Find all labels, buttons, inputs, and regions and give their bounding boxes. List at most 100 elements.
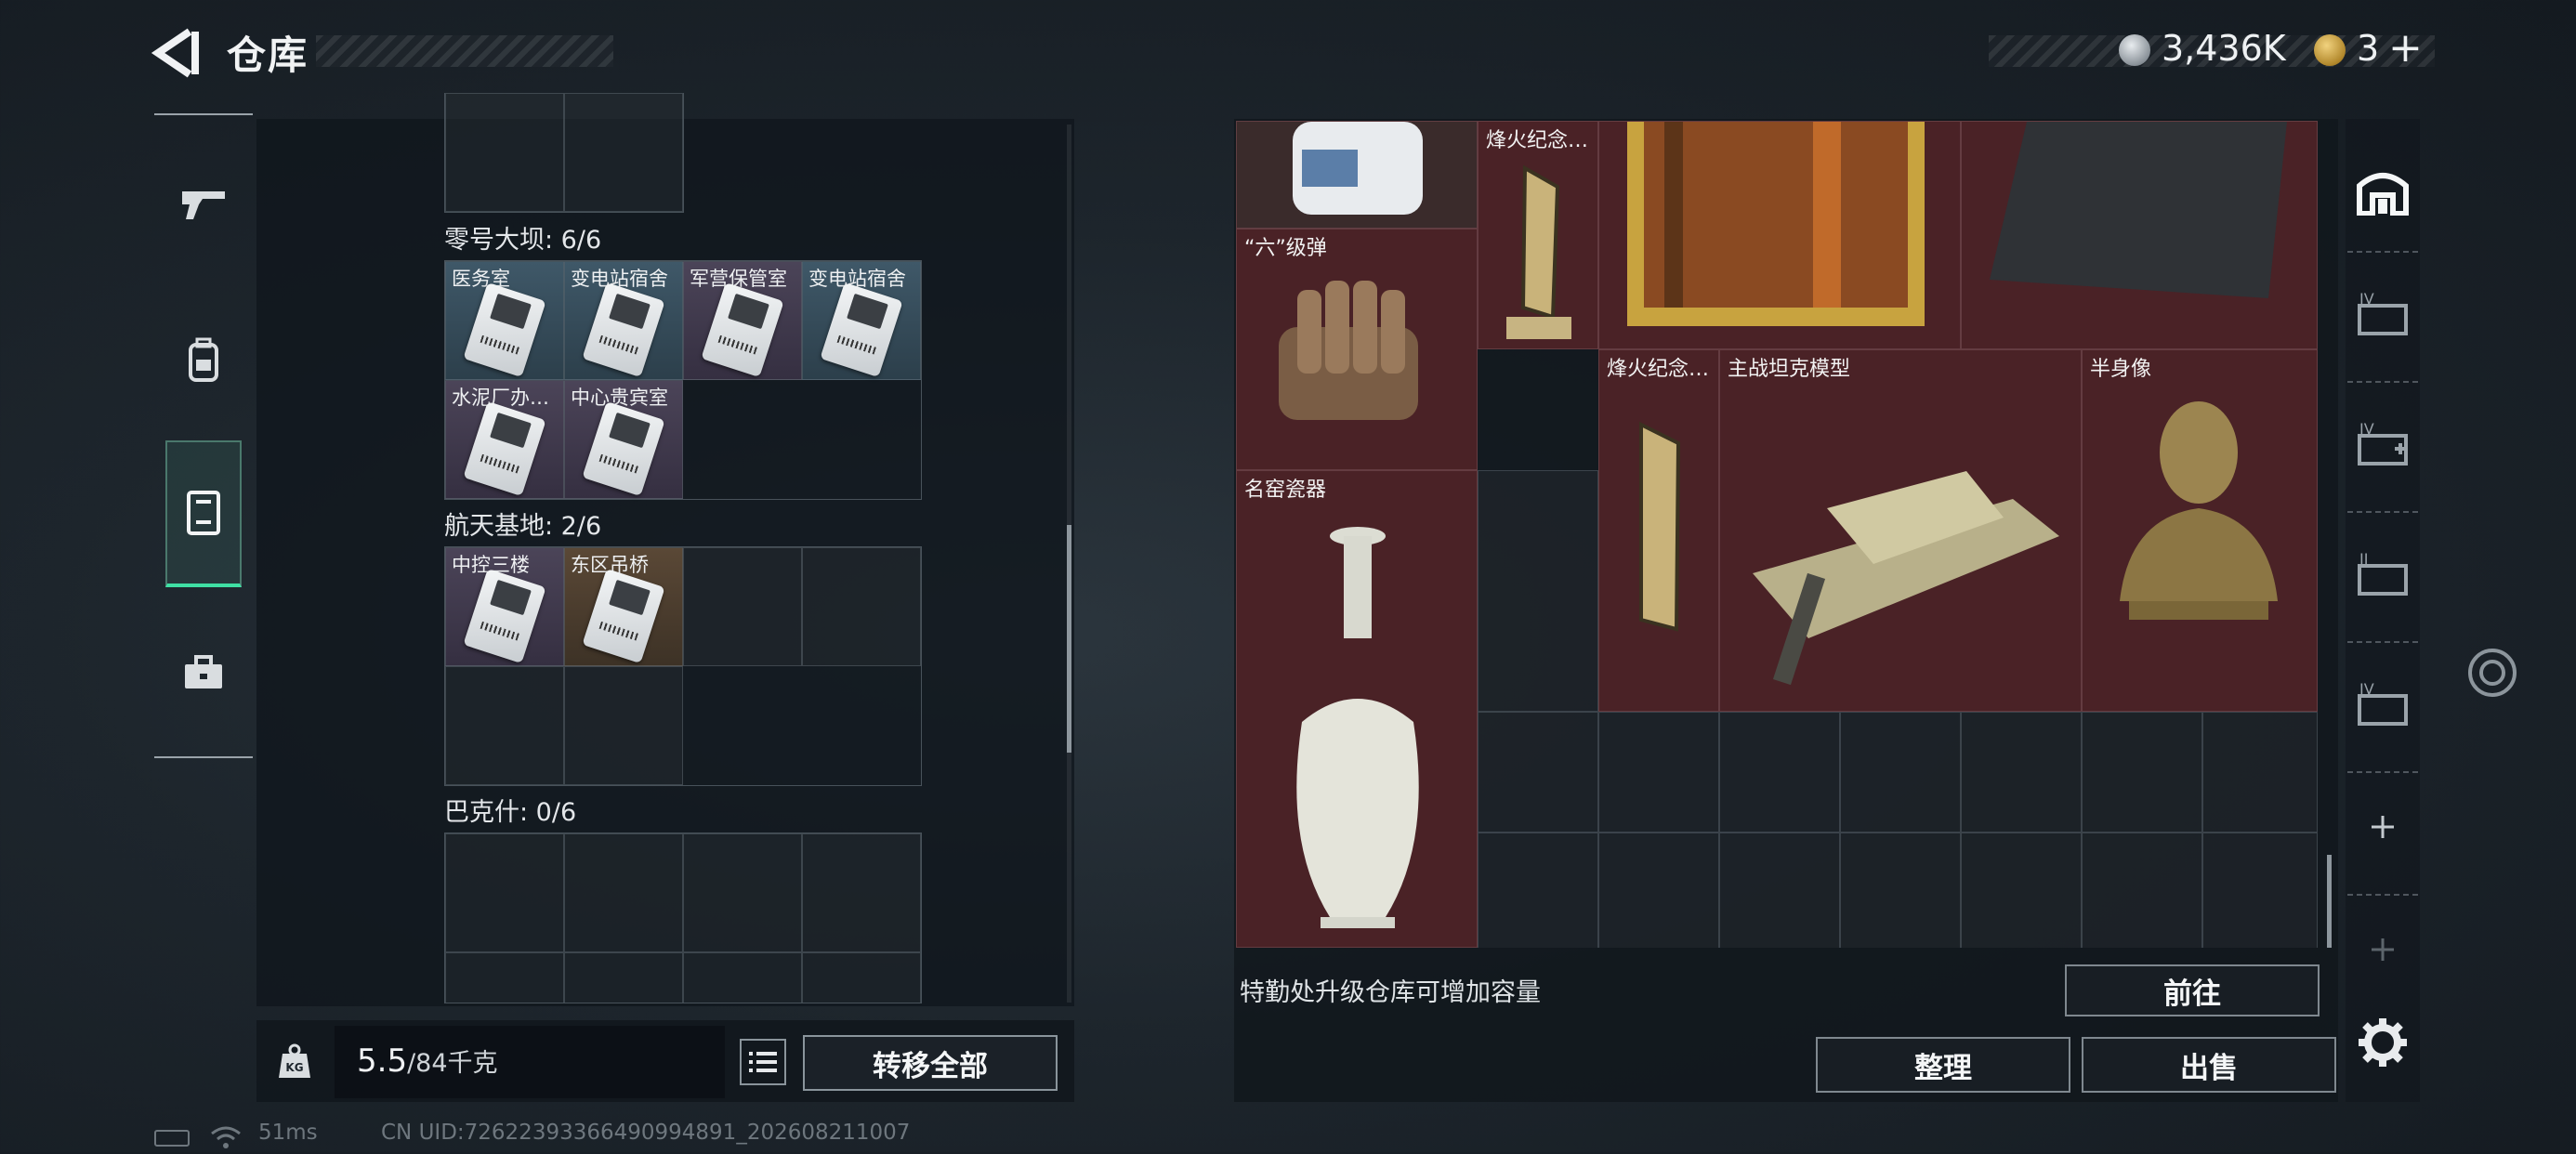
item-name: 半身像 [2090, 358, 2152, 381]
monument-trophy-icon [1506, 164, 1571, 339]
nav-weapons[interactable] [165, 158, 242, 251]
container-slot-2[interactable]: IV [2347, 388, 2418, 500]
ticket-balance: 3 [2357, 28, 2380, 69]
empty-slot [683, 547, 802, 666]
svg-text:KG: KG [285, 1061, 303, 1074]
empty-slot [2082, 833, 2202, 948]
sidebar-divider [2347, 251, 2418, 253]
section-label: 零号大坝: 6/6 [444, 226, 602, 255]
empty-slot [683, 952, 802, 1003]
empty-slot [1840, 833, 1961, 948]
back-arrow-icon [151, 28, 199, 78]
toolbox-icon [185, 655, 222, 688]
nav-supplies[interactable] [165, 626, 242, 719]
stash-scroll-thumb[interactable] [2327, 855, 2332, 948]
sell-button[interactable]: 出售 [2082, 1037, 2336, 1093]
keycard-slot[interactable]: 中心贵宾室 [564, 380, 683, 499]
monument-trophy-icon [1639, 421, 1681, 632]
stash-item-vase[interactable]: 名窑瓷器 [1236, 470, 1478, 948]
keycard-slot[interactable]: 中控三楼 [445, 547, 564, 666]
bottle-icon [1293, 122, 1423, 215]
keycard-grid-previous [444, 93, 684, 213]
target-icon [2468, 649, 2517, 697]
keycard-slot[interactable]: 军营保管室 [683, 261, 802, 380]
empty-slot [564, 833, 683, 952]
ticket-icon [2314, 34, 2346, 66]
empty-slot [445, 833, 564, 952]
keycard-slot[interactable]: 变电站宿舍 [802, 261, 921, 380]
stash-item-ammo[interactable]: “六”级弹 [1236, 229, 1478, 470]
empty-slot [1719, 833, 1840, 948]
keycard-slot[interactable]: 水泥厂办… [445, 380, 564, 499]
plus-icon [2372, 816, 2394, 838]
container-slot-4[interactable]: IV [2347, 649, 2418, 760]
settings-button[interactable] [2357, 1016, 2409, 1069]
sidebar-divider [2347, 771, 2418, 773]
add-ticket-button[interactable]: + [2388, 24, 2423, 72]
weight-value: 5.5/84千克 [357, 1043, 498, 1080]
tank-model-icon [1753, 471, 2059, 686]
page-title: 仓库 [227, 33, 309, 78]
keycard-slot[interactable]: 变电站宿舍 [564, 261, 683, 380]
weight-icon: KG [275, 1043, 314, 1080]
stash-item-trophy-top[interactable]: 烽火纪念… [1478, 121, 1598, 349]
keycard-icon [582, 282, 665, 378]
empty-slot [2082, 712, 2202, 833]
wifi-icon [210, 1124, 242, 1150]
keycard-icon [582, 568, 665, 664]
backpack-icon [189, 337, 218, 382]
keycard-scroll-thumb[interactable] [1067, 525, 1071, 753]
current-weight: 5.5 [357, 1043, 408, 1080]
max-weight: /84千克 [407, 1049, 498, 1078]
ping-value: 51ms [258, 1121, 318, 1145]
empty-slot [564, 666, 683, 785]
keycard-grid-space-base: 中控三楼 东区吊桥 [444, 546, 922, 786]
nav-equipment[interactable] [165, 314, 242, 407]
ammo-icon [1279, 281, 1418, 420]
crosshair-button[interactable] [2464, 645, 2520, 701]
carbon-plate-icon [1990, 122, 2287, 298]
stash-item-trophy[interactable]: 烽火纪念… [1598, 349, 1719, 712]
keycard-slot[interactable]: 医务室 [445, 261, 564, 380]
plus-icon [2372, 938, 2394, 961]
empty-slot [445, 666, 564, 785]
svg-text:IV: IV [2359, 421, 2374, 438]
keycard-slot[interactable]: 东区吊桥 [564, 547, 683, 666]
empty-slot [1478, 833, 1598, 948]
sidebar-divider [2347, 894, 2418, 896]
nav-storage[interactable] [165, 440, 242, 587]
coin-icon [2119, 34, 2150, 66]
pistol-icon [182, 191, 225, 219]
container-slot-3[interactable]: II [2347, 518, 2418, 630]
item-name: “六”级弹 [1244, 237, 1327, 260]
transfer-all-button[interactable]: 转移全部 [803, 1035, 1058, 1091]
stash-item-bottle[interactable] [1236, 121, 1478, 229]
locker-icon [187, 491, 220, 535]
empty-slot [564, 952, 683, 1003]
add-container-button-disabled [2347, 901, 2418, 998]
add-container-button[interactable] [2347, 779, 2418, 875]
section-label: 巴克什: 0/6 [444, 798, 577, 827]
case-ii-icon: II [2358, 551, 2408, 596]
stash-item-bust[interactable]: 半身像 [2082, 349, 2318, 712]
coin-balance: 3,436K [2162, 28, 2286, 69]
stash-item-carbon-plate[interactable] [1961, 121, 2318, 349]
list-view-button[interactable] [740, 1039, 786, 1085]
empty-slot [802, 547, 921, 666]
sidebar-divider [2347, 381, 2418, 383]
stash-item-painting[interactable] [1598, 121, 1961, 349]
keycard-icon [463, 568, 546, 664]
sort-button[interactable]: 整理 [1816, 1037, 2070, 1093]
empty-slot [1478, 712, 1598, 833]
container-main-stash[interactable] [2347, 136, 2418, 247]
item-name: 名窑瓷器 [1244, 479, 1327, 502]
goto-button[interactable]: 前往 [2065, 964, 2320, 1016]
back-button[interactable] [149, 26, 204, 80]
nav-divider [154, 113, 253, 115]
empty-slot [564, 93, 683, 212]
empty-slot [802, 833, 921, 952]
case-iv-icon: IV [2358, 681, 2408, 726]
container-slot-1[interactable]: IV [2347, 258, 2418, 370]
empty-slot [683, 833, 802, 952]
stash-item-tank[interactable]: 主战坦克模型 [1719, 349, 2082, 712]
